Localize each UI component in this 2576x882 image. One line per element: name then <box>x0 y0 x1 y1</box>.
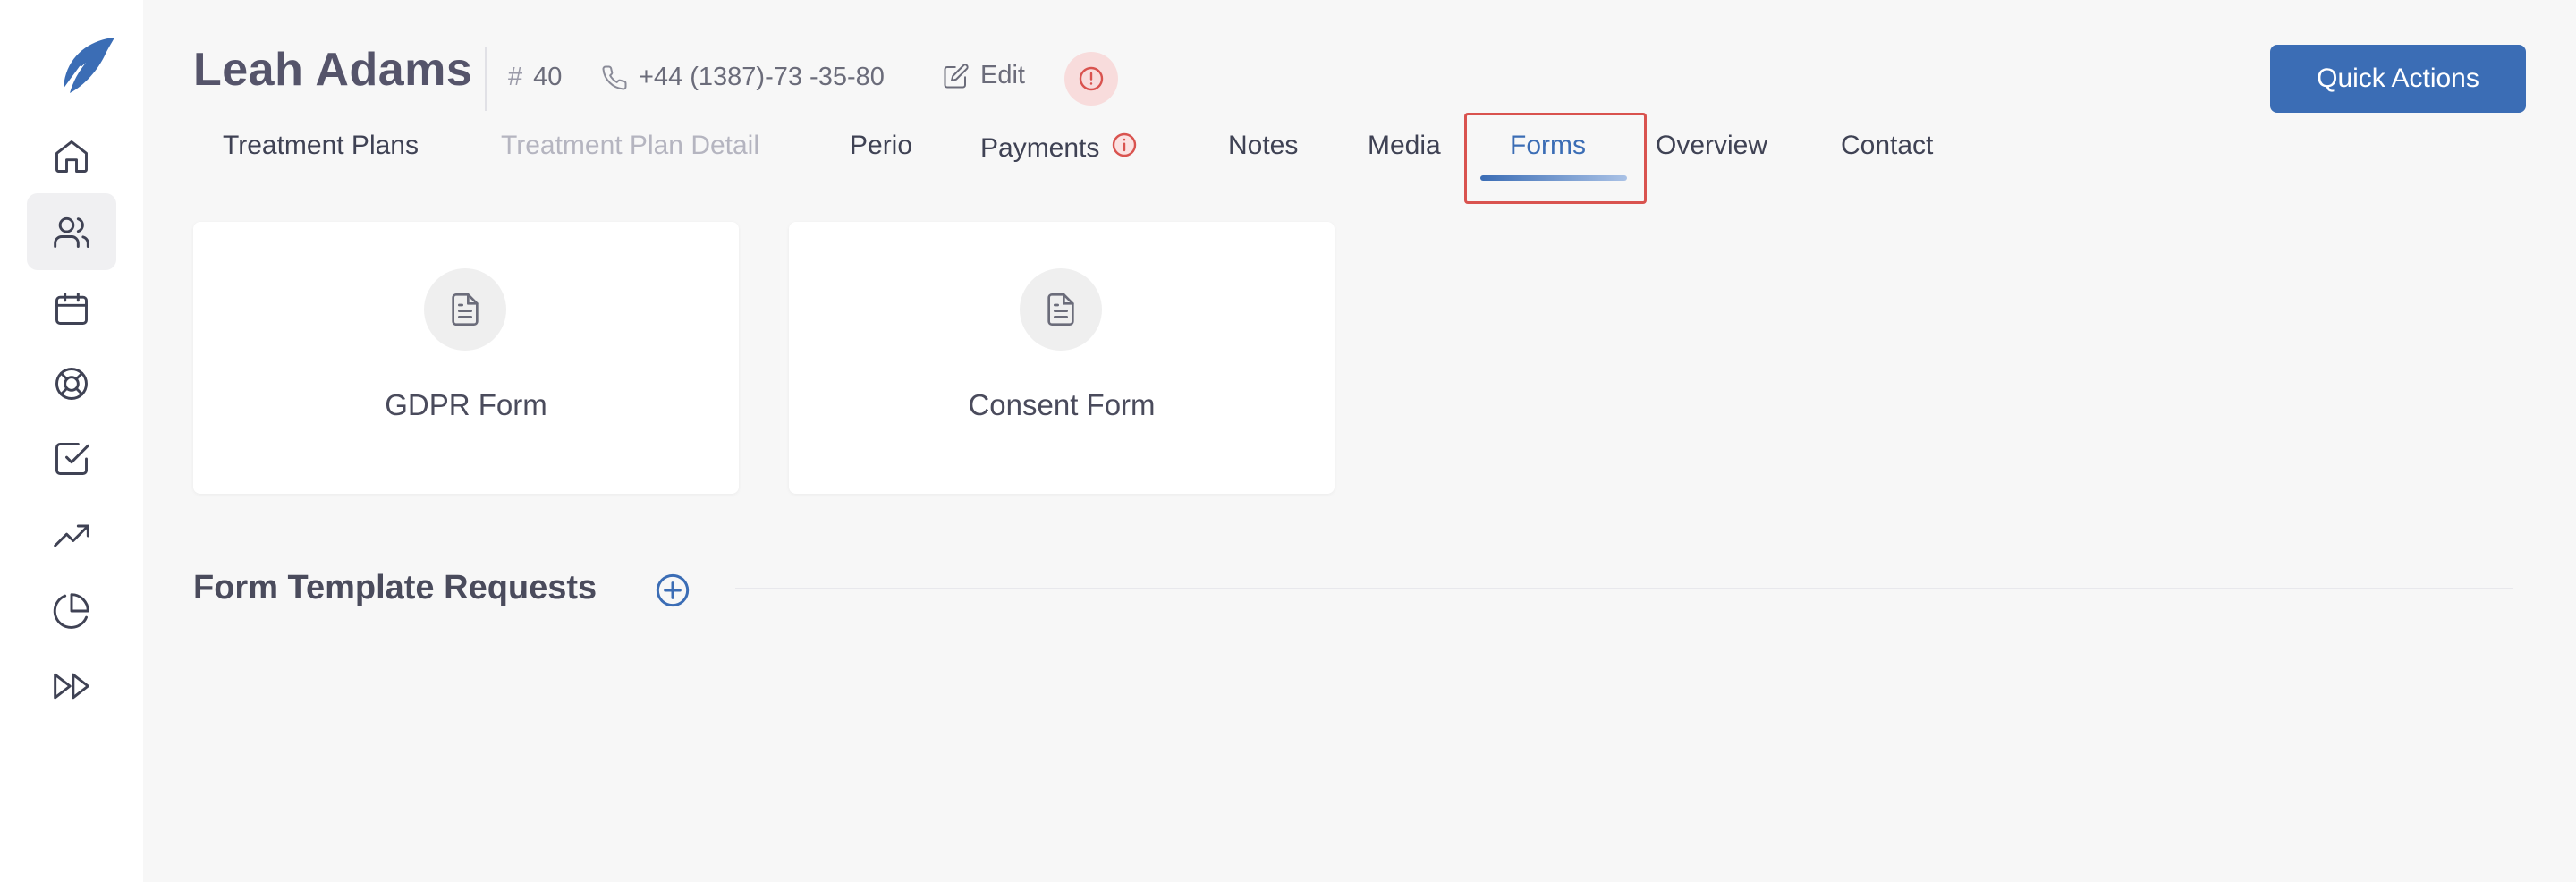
header-divider <box>485 47 487 111</box>
form-card-title: GDPR Form <box>385 388 547 421</box>
section-title: Form Template Requests <box>193 569 597 606</box>
sidebar-item-support[interactable] <box>27 345 116 422</box>
document-icon <box>424 268 506 351</box>
section-divider <box>735 588 2513 589</box>
tab-label: Notes <box>1228 131 1299 160</box>
phone-icon <box>602 64 627 89</box>
tab-notes[interactable]: Notes <box>1228 131 1298 161</box>
patient-phone[interactable]: +44 (1387)-73 -35-80 <box>601 63 885 92</box>
users-icon <box>54 216 89 248</box>
calendar-icon <box>55 293 88 325</box>
alert-circle-icon <box>1079 66 1104 91</box>
tab-media[interactable]: Media <box>1368 131 1441 161</box>
tab-payments[interactable]: Payments <box>980 131 1139 166</box>
tab-treatment-plans[interactable]: Treatment Plans <box>223 131 419 161</box>
patient-name: Leah Adams <box>193 44 473 96</box>
patient-phone-value: +44 (1387)-73 -35-80 <box>639 63 885 91</box>
sidebar-item-home[interactable] <box>27 118 116 195</box>
sidebar-item-calendar[interactable] <box>27 270 116 347</box>
sidebar-item-patients[interactable] <box>27 193 116 270</box>
edit-icon <box>944 63 969 88</box>
tab-perio[interactable]: Perio <box>850 131 912 161</box>
patient-id: # 40 <box>508 63 562 92</box>
tab-label: Payments <box>980 133 1100 163</box>
document-icon <box>1020 268 1102 351</box>
tab-label: Media <box>1368 131 1441 160</box>
alert-badge[interactable] <box>1064 52 1118 106</box>
tab-label: Overview <box>1656 131 1768 160</box>
home-icon <box>55 140 88 173</box>
tab-label: Treatment Plan Detail <box>501 131 760 160</box>
sidebar-item-tasks[interactable] <box>27 420 116 497</box>
sidebar-item-forward[interactable] <box>27 648 116 725</box>
tab-label: Treatment Plans <box>223 131 419 160</box>
form-card-consent[interactable]: Consent Form <box>789 222 1335 494</box>
sidebar <box>0 0 143 882</box>
payments-info-icon <box>1110 131 1139 166</box>
checkbox-icon <box>55 443 89 475</box>
edit-label: Edit <box>980 61 1025 89</box>
sidebar-item-reports[interactable] <box>27 572 116 649</box>
form-card-gdpr[interactable]: GDPR Form <box>193 222 739 494</box>
patient-id-value: 40 <box>533 63 563 91</box>
tab-treatment-plan-detail: Treatment Plan Detail <box>501 131 759 161</box>
hash-icon: # <box>508 63 523 91</box>
fast-forward-icon <box>54 673 89 700</box>
trending-up-icon <box>54 524 89 547</box>
highlight-box <box>1464 113 1647 204</box>
quick-actions-button[interactable]: Quick Actions <box>2270 45 2526 113</box>
pie-chart-icon <box>53 593 89 629</box>
form-card-title: Consent Form <box>968 388 1156 421</box>
feather-logo-icon[interactable] <box>54 34 118 98</box>
lifebuoy-icon <box>55 368 88 400</box>
tab-overview[interactable]: Overview <box>1656 131 1767 161</box>
sidebar-item-analytics[interactable] <box>27 497 116 574</box>
plus-circle-icon <box>656 573 690 607</box>
main-content: Leah Adams # 40 +44 (1387)-73 -35-80 Edi… <box>143 0 2576 882</box>
add-template-request-button[interactable] <box>655 572 691 608</box>
tab-label: Contact <box>1841 131 1934 160</box>
tab-label: Perio <box>850 131 913 160</box>
tab-contact[interactable]: Contact <box>1841 131 1933 161</box>
edit-button[interactable]: Edit <box>943 61 1025 90</box>
